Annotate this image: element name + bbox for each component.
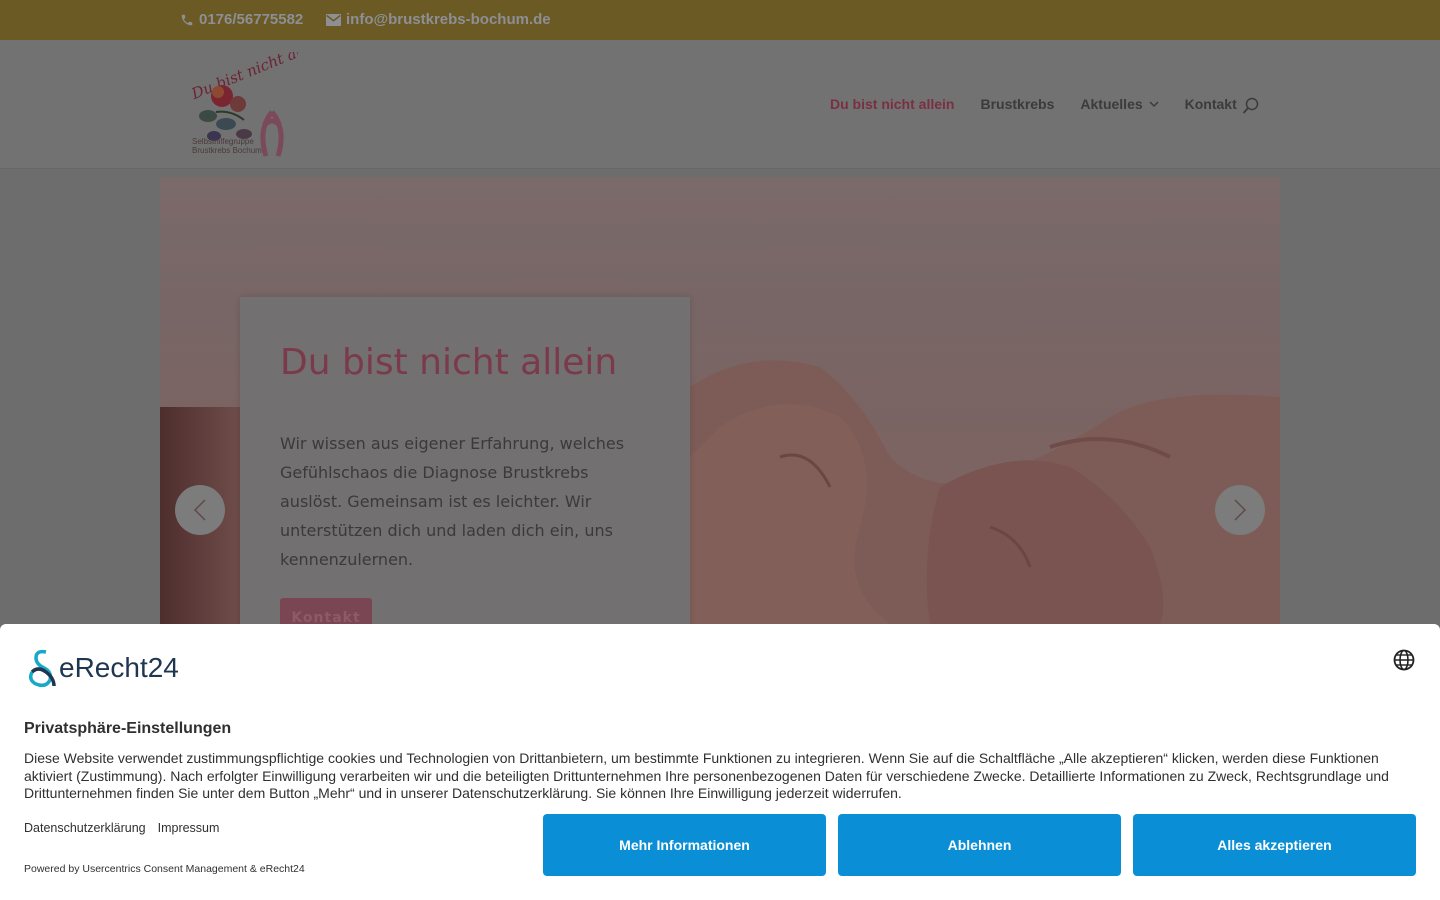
- decline-button[interactable]: Ablehnen: [838, 814, 1121, 876]
- hero-slider: Du bist nicht allein Wir wissen aus eige…: [160, 177, 1280, 624]
- top-bar: 0176/56775582 info@brustkrebs-bochum.de: [0, 0, 1440, 40]
- hero-text: Wir wissen aus eigener Erfahrung, welche…: [280, 434, 625, 569]
- search-icon[interactable]: [1242, 97, 1260, 115]
- email-address: info@brustkrebs-bochum.de: [346, 11, 551, 28]
- svg-text:Brustkrebs Bochum: Brustkrebs Bochum: [192, 146, 262, 155]
- nav-item-label: Brustkrebs: [980, 96, 1055, 112]
- site-header: Du bist nicht allein! Selbsthilfegruppe …: [0, 30, 1440, 169]
- consent-banner: eRecht24 Privatsphäre-Einstellungen Dies…: [0, 624, 1440, 900]
- hero-card: Du bist nicht allein Wir wissen aus eige…: [240, 297, 690, 624]
- globe-icon[interactable]: [1393, 649, 1415, 671]
- mail-icon: [326, 13, 341, 26]
- erecht24-brand: eRecht24: [59, 652, 179, 683]
- phone-number: 0176/56775582: [199, 11, 304, 28]
- nav-item-label: Du bist nicht allein: [830, 96, 955, 112]
- arrow-left-icon: [193, 499, 206, 521]
- nav-item-label: Kontakt: [1184, 96, 1237, 112]
- svg-text:Du bist nicht allein!: Du bist nicht allein!: [188, 52, 298, 103]
- hands-image: [690, 360, 1280, 624]
- nav-item-du-bist-nicht-allein[interactable]: Du bist nicht allein: [830, 96, 954, 112]
- nav-item-aktuelles[interactable]: Aktuelles: [1080, 96, 1159, 112]
- arrow-right-icon: [1234, 499, 1247, 521]
- powered-by-text: Powered by Usercentrics Consent Manageme…: [24, 863, 305, 875]
- consent-description: Diese Website verwendet zustimmungspflic…: [24, 750, 1389, 801]
- erecht24-mark-icon: [28, 649, 56, 688]
- chevron-down-icon: [1149, 100, 1159, 107]
- slider-next-button[interactable]: [1215, 485, 1265, 535]
- hero-title: Du bist nicht allein: [280, 342, 618, 383]
- top-bar-phone[interactable]: 0176/56775582: [180, 11, 303, 28]
- slider-prev-button[interactable]: [175, 485, 225, 535]
- main-nav: Du bist nicht allein Brustkrebs Aktuelle…: [830, 96, 1237, 112]
- top-bar-email[interactable]: info@brustkrebs-bochum.de: [326, 11, 551, 28]
- site-logo[interactable]: Du bist nicht allein! Selbsthilfegruppe …: [186, 30, 335, 160]
- imprint-link[interactable]: Impressum: [158, 821, 220, 835]
- consent-links: Datenschutzerklärung Impressum: [24, 821, 219, 835]
- more-information-button[interactable]: Mehr Informationen: [543, 814, 826, 876]
- erecht24-logo: eRecht24: [24, 648, 179, 688]
- nav-item-kontakt[interactable]: Kontakt: [1185, 96, 1237, 112]
- svg-text:Selbsthilfegruppe: Selbsthilfegruppe: [192, 137, 254, 146]
- consent-title: Privatsphäre-Einstellungen: [24, 720, 232, 737]
- hero-contact-button[interactable]: Kontakt: [280, 598, 372, 624]
- nav-item-label: Aktuelles: [1080, 96, 1143, 112]
- privacy-policy-link[interactable]: Datenschutzerklärung: [24, 821, 146, 835]
- nav-item-brustkrebs[interactable]: Brustkrebs: [980, 96, 1054, 112]
- phone-icon: [181, 14, 193, 25]
- accept-all-button[interactable]: Alles akzeptieren: [1133, 814, 1416, 876]
